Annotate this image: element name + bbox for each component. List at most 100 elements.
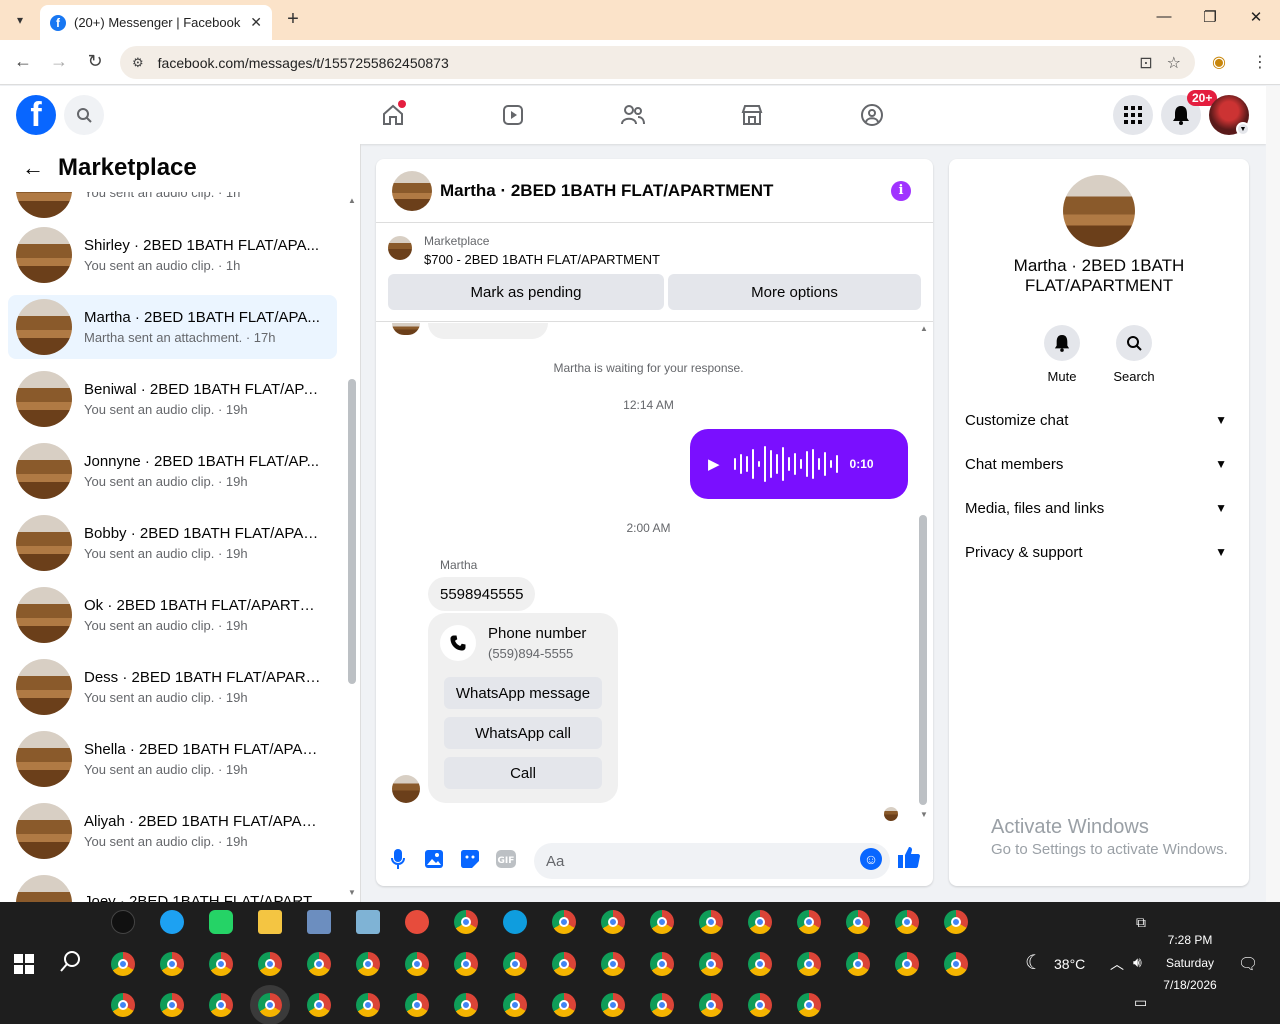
conversation-item[interactable]: Jonnyne · 2BED 1BATH FLAT/AP... You sent … <box>8 439 337 503</box>
chrome-icon[interactable] <box>797 993 821 1017</box>
chrome-icon[interactable] <box>895 952 919 976</box>
chrome-icon[interactable] <box>944 910 968 934</box>
maximize-button[interactable]: ❐ <box>1200 8 1220 26</box>
conversation-item[interactable]: Shirley · 2BED 1BATH FLAT/APA... You sent… <box>8 223 337 287</box>
search-in-conversation-button[interactable]: Search <box>1104 325 1164 384</box>
back-button[interactable]: ← <box>11 51 35 72</box>
chrome-icon[interactable] <box>650 993 674 1017</box>
profile-icon[interactable]: ◉ <box>1212 52 1226 72</box>
thumbs-up-like-icon[interactable] <box>898 846 920 874</box>
conversation-list-scrollbar[interactable] <box>348 379 356 684</box>
taskbar-search-icon[interactable] <box>60 950 82 978</box>
chrome-icon[interactable] <box>601 952 625 976</box>
listing-thumbnail[interactable] <box>388 236 412 260</box>
facebook-logo-icon[interactable]: f <box>16 95 56 135</box>
chrome-icon[interactable] <box>307 993 331 1017</box>
show-hidden-icons-chevron-icon[interactable]: ︿ <box>1110 954 1124 974</box>
chrome-icon[interactable] <box>503 993 527 1017</box>
chrome-icon[interactable] <box>552 993 576 1017</box>
voice-message-bubble[interactable]: ▶ 0:10 <box>690 429 908 499</box>
chrome-icon[interactable] <box>650 910 674 934</box>
app-icon[interactable] <box>356 910 380 934</box>
conversation-item[interactable]: Shella · 2BED 1BATH FLAT/APAR... You sent… <box>8 727 337 791</box>
chrome-icon[interactable] <box>356 952 380 976</box>
scroll-up-arrow-icon[interactable]: ▲ <box>348 196 356 205</box>
chrome-icon[interactable] <box>503 952 527 976</box>
message-input[interactable] <box>534 843 890 879</box>
chrome-icon[interactable] <box>601 910 625 934</box>
chrome-icon[interactable] <box>797 910 821 934</box>
windows-start-icon[interactable] <box>14 954 34 974</box>
scroll-down-arrow-icon[interactable]: ▼ <box>348 888 356 897</box>
chrome-icon[interactable] <box>748 993 772 1017</box>
clock-day[interactable]: Saturday <box>1150 956 1230 970</box>
conversation-item[interactable]: Ok · 2BED 1BATH FLAT/APARTM... You sent a… <box>8 583 337 647</box>
mute-button[interactable]: Mute <box>1032 325 1092 384</box>
new-tab-button[interactable]: + <box>282 8 304 31</box>
privacy-support-section[interactable]: Privacy & support ▼ <box>965 534 1233 570</box>
chrome-icon[interactable] <box>846 910 870 934</box>
conversation-item[interactable]: Beniwal · 2BED 1BATH FLAT/APA... You sent… <box>8 367 337 431</box>
customize-chat-section[interactable]: Customize chat ▼ <box>965 402 1233 438</box>
tab-close-icon[interactable]: ✕ <box>250 14 262 31</box>
conversation-item[interactable]: Joey · 2BED 1BATH FLAT/APART... <box>8 871 337 902</box>
mark-as-pending-button[interactable]: Mark as pending <box>388 274 664 310</box>
conversation-info-icon[interactable]: i <box>891 180 911 201</box>
chrome-icon[interactable] <box>454 952 478 976</box>
chrome-icon[interactable] <box>748 910 772 934</box>
clock-date[interactable]: 7/18/2026 <box>1150 978 1230 992</box>
chrome-icon[interactable] <box>405 993 429 1017</box>
emoji-icon[interactable]: ☺ <box>860 848 882 870</box>
tab-search-chevron-icon[interactable]: ▾ <box>8 8 32 32</box>
search-icon[interactable] <box>64 95 104 135</box>
chrome-icon[interactable] <box>160 952 184 976</box>
chrome-icon[interactable] <box>258 952 282 976</box>
chrome-icon[interactable] <box>209 993 233 1017</box>
tablet-mode-icon[interactable]: ⧉ <box>1136 914 1146 931</box>
chrome-icon[interactable] <box>111 952 135 976</box>
chrome-icon[interactable] <box>209 952 233 976</box>
call-button[interactable]: Call <box>444 757 602 789</box>
weather-temperature[interactable]: 38°C <box>1054 956 1085 972</box>
conversation-item[interactable]: Dess · 2BED 1BATH FLAT/APART... You sent … <box>8 655 337 719</box>
chrome-icon[interactable] <box>895 910 919 934</box>
file-explorer-icon[interactable] <box>258 910 282 934</box>
groups-icon[interactable] <box>857 100 887 130</box>
chrome-icon[interactable] <box>405 952 429 976</box>
marketplace-icon[interactable] <box>737 100 767 130</box>
site-settings-icon[interactable]: ⚙ <box>132 55 144 71</box>
chrome-icon-active[interactable] <box>258 993 282 1017</box>
chrome-icon[interactable] <box>307 952 331 976</box>
action-center-icon[interactable]: 🗨︎ <box>1238 954 1258 974</box>
chrome-icon[interactable] <box>944 952 968 976</box>
minimize-button[interactable]: — <box>1154 8 1174 25</box>
chrome-icon[interactable] <box>797 952 821 976</box>
media-files-links-section[interactable]: Media, files and links ▼ <box>965 490 1233 526</box>
chat-members-section[interactable]: Chat members ▼ <box>965 446 1233 482</box>
whatsapp-message-button[interactable]: WhatsApp message <box>444 677 602 709</box>
browser-menu-icon[interactable]: ⋮ <box>1252 52 1268 72</box>
conversation-item[interactable]: Bobby · 2BED 1BATH FLAT/APAR... You sent … <box>8 511 337 575</box>
attach-image-icon[interactable] <box>416 849 452 873</box>
menu-grid-icon[interactable] <box>1113 95 1153 135</box>
chrome-icon[interactable] <box>601 993 625 1017</box>
url-text[interactable]: facebook.com/messages/t/1557255862450873 <box>158 55 1140 71</box>
sender-avatar[interactable] <box>392 775 420 803</box>
chrome-icon[interactable] <box>111 993 135 1017</box>
whatsapp-app-icon[interactable] <box>209 910 233 934</box>
message-bubble[interactable]: 5598945555 <box>428 577 536 611</box>
conversation-item-active[interactable]: Martha · 2BED 1BATH FLAT/APA... Martha se… <box>8 295 337 359</box>
clock-time[interactable]: 7:28 PM <box>1150 933 1230 947</box>
chat-avatar[interactable] <box>392 170 432 211</box>
chrome-icon[interactable] <box>846 952 870 976</box>
reload-button[interactable]: ↻ <box>83 51 107 72</box>
chat-title[interactable]: Martha · 2BED 1BATH FLAT/APARTMENT <box>440 181 891 201</box>
more-options-button[interactable]: More options <box>668 274 921 310</box>
chrome-icon[interactable] <box>454 993 478 1017</box>
edge-app-icon[interactable] <box>160 910 184 934</box>
back-arrow-icon[interactable]: ← <box>22 155 44 181</box>
bookmark-star-icon[interactable]: ☆ <box>1167 53 1181 73</box>
conversation-item[interactable]: Aliyah · 2BED 1BATH FLAT/APAR... You sent… <box>8 799 337 863</box>
install-app-icon[interactable]: ⊡ <box>1139 53 1152 73</box>
network-icon[interactable]: ▭ <box>1134 994 1147 1011</box>
